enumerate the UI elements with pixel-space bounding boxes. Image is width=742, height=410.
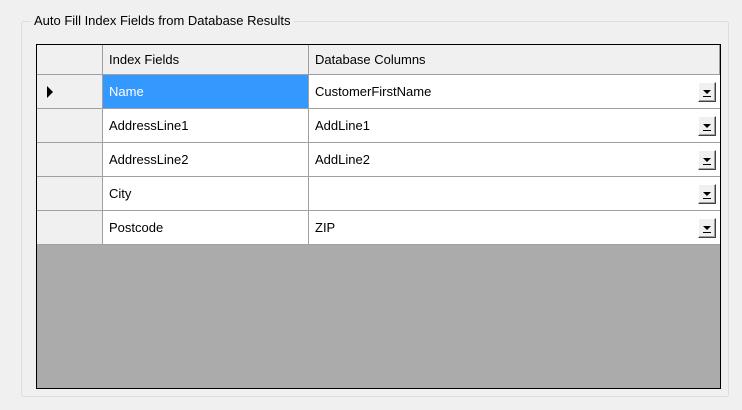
- row-header[interactable]: [37, 177, 103, 211]
- column-header-index-fields[interactable]: Index Fields: [103, 45, 309, 75]
- table-row[interactable]: City: [37, 177, 720, 211]
- table-row[interactable]: AddressLine1 AddLine1: [37, 109, 720, 143]
- index-field-cell[interactable]: City: [103, 177, 309, 211]
- database-column-value: CustomerFirstName: [315, 84, 432, 99]
- database-column-value: AddLine1: [315, 118, 370, 133]
- database-column-value: AddLine2: [315, 152, 370, 167]
- dropdown-arrow-icon: [703, 226, 711, 230]
- groupbox-caption: Auto Fill Index Fields from Database Res…: [31, 12, 294, 30]
- dropdown-button[interactable]: [698, 150, 716, 170]
- index-field-cell[interactable]: Postcode: [103, 211, 309, 245]
- dropdown-arrow-icon: [703, 158, 711, 162]
- dropdown-button[interactable]: [698, 184, 716, 204]
- column-header-database-columns[interactable]: Database Columns: [309, 45, 720, 75]
- index-field-cell[interactable]: Name: [103, 75, 309, 109]
- grid-corner-header[interactable]: [37, 45, 103, 75]
- database-column-combo[interactable]: ZIP: [309, 211, 720, 245]
- dropdown-arrow-icon: [703, 192, 711, 196]
- dropdown-button[interactable]: [698, 82, 716, 102]
- current-row-arrow-icon: [47, 86, 53, 98]
- dropdown-button[interactable]: [698, 218, 716, 238]
- database-column-combo[interactable]: [309, 177, 720, 211]
- dropdown-button[interactable]: [698, 116, 716, 136]
- row-header[interactable]: [37, 75, 103, 109]
- table-row[interactable]: AddressLine2 AddLine2: [37, 143, 720, 177]
- index-fields-grid[interactable]: Index Fields Database Columns Name Custo…: [36, 44, 721, 389]
- row-header[interactable]: [37, 211, 103, 245]
- table-row[interactable]: Name CustomerFirstName: [37, 75, 720, 109]
- index-field-cell[interactable]: AddressLine2: [103, 143, 309, 177]
- grid-header-row: Index Fields Database Columns: [37, 45, 720, 75]
- dropdown-arrow-icon: [703, 90, 711, 94]
- row-header[interactable]: [37, 143, 103, 177]
- database-column-combo[interactable]: AddLine1: [309, 109, 720, 143]
- index-field-cell[interactable]: AddressLine1: [103, 109, 309, 143]
- database-column-combo[interactable]: AddLine2: [309, 143, 720, 177]
- database-column-value: ZIP: [315, 220, 336, 235]
- row-header[interactable]: [37, 109, 103, 143]
- table-row[interactable]: Postcode ZIP: [37, 211, 720, 245]
- dropdown-arrow-icon: [703, 124, 711, 128]
- database-column-combo[interactable]: CustomerFirstName: [309, 75, 720, 109]
